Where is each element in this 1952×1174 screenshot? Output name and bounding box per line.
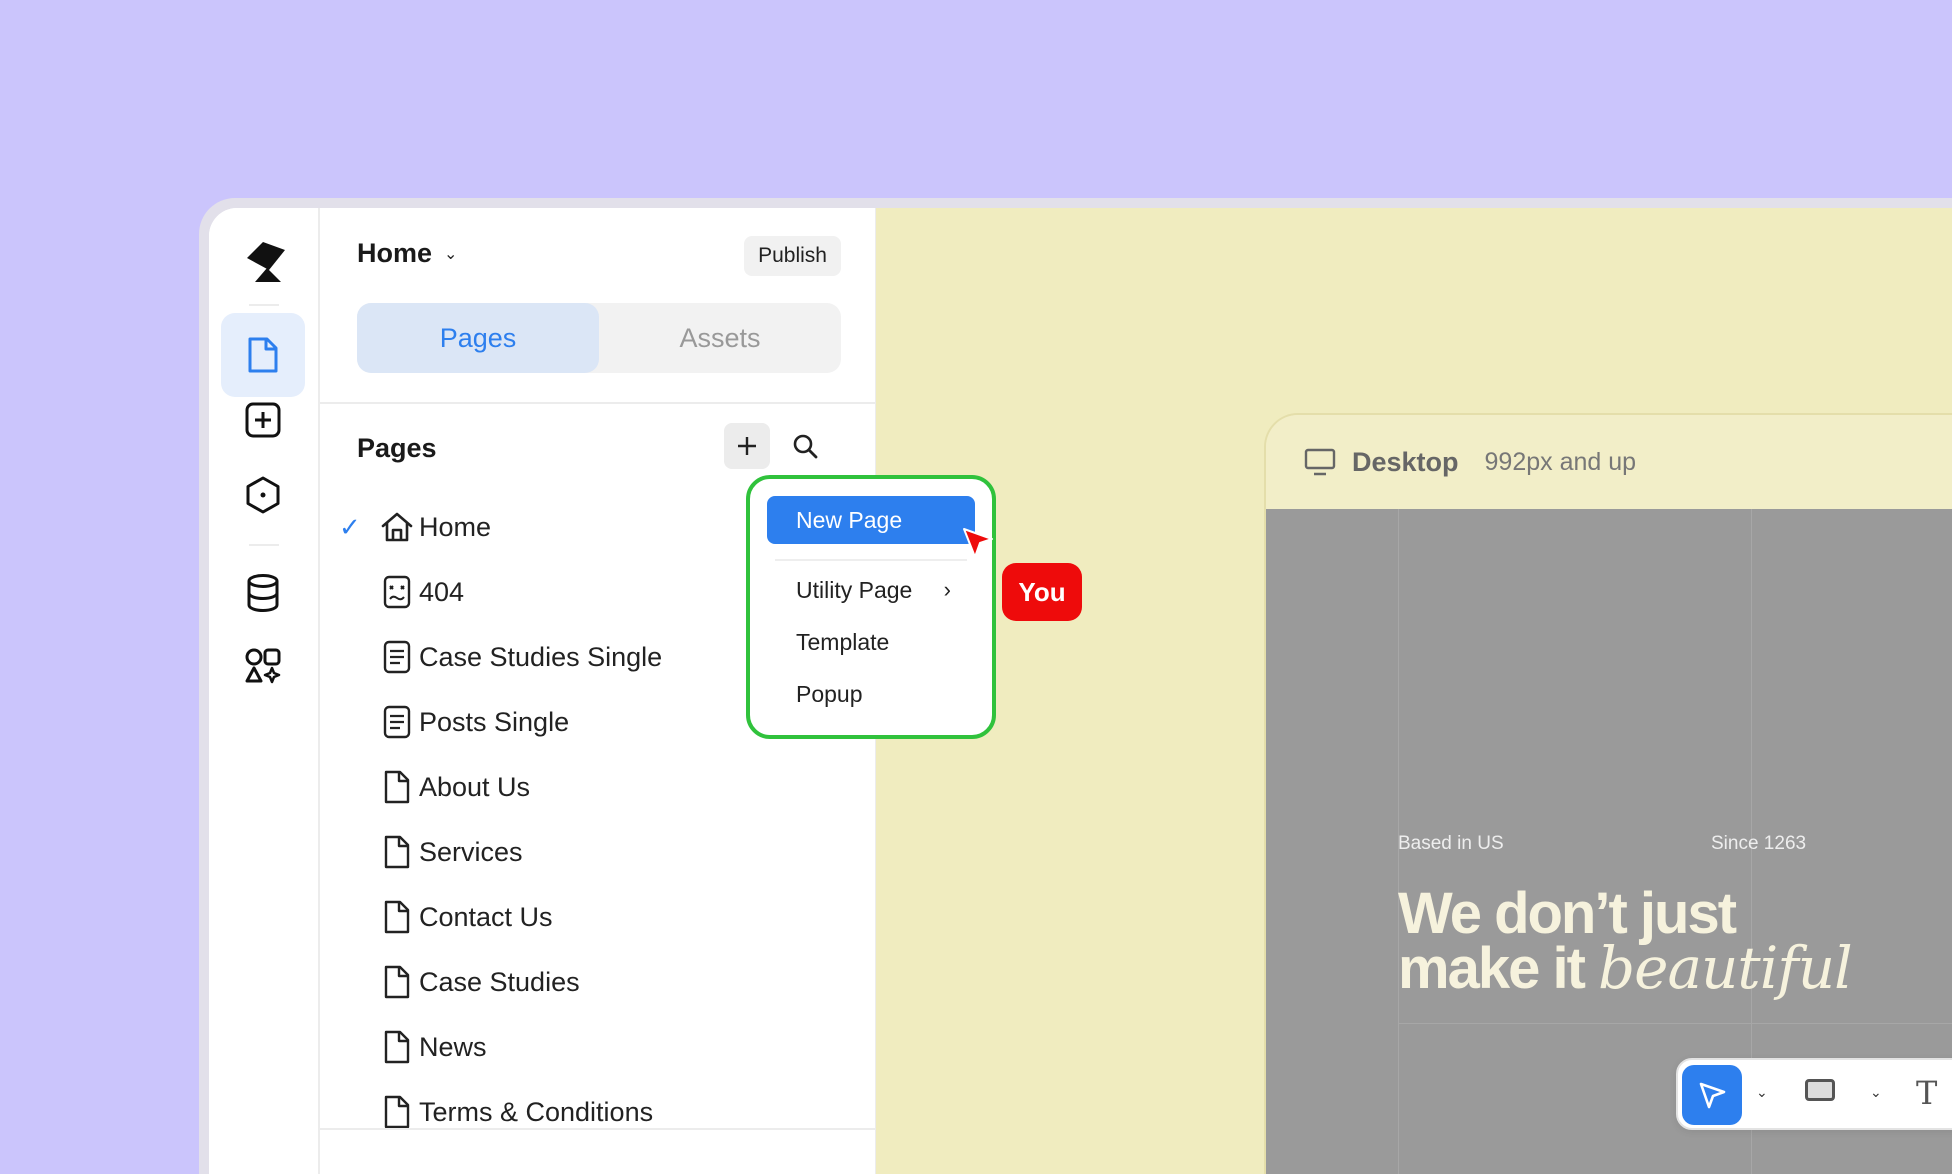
page-item-about-us[interactable]: About Us — [320, 754, 875, 819]
error-page-icon — [383, 575, 411, 609]
page-icon — [248, 337, 278, 373]
panel-tabs: Pages Assets — [357, 303, 841, 373]
page-label: News — [419, 1032, 487, 1062]
hero-caption-left: Based in US — [1398, 833, 1504, 854]
template-page-icon — [383, 705, 411, 739]
app-window: Home ⌄ Publish Pages Assets Pages ✓ Home… — [209, 208, 1952, 1174]
shapes-icon — [245, 648, 281, 684]
panel-divider — [320, 1128, 875, 1130]
insert-nav-button[interactable] — [221, 378, 305, 462]
rail-divider — [249, 304, 279, 306]
page-icon — [384, 900, 410, 934]
menu-item-label: Utility Page — [796, 576, 913, 603]
page-icon — [384, 835, 410, 869]
check-icon: ✓ — [339, 512, 361, 542]
template-page-icon — [383, 640, 411, 674]
hexagon-icon — [246, 476, 280, 514]
app-window-frame: Home ⌄ Publish Pages Assets Pages ✓ Home… — [199, 198, 1952, 1174]
page-icon — [384, 1030, 410, 1064]
menu-divider — [775, 559, 967, 561]
page-label: About Us — [419, 772, 531, 802]
page-item-terms-conditions[interactable]: Terms & Conditions — [320, 1079, 875, 1144]
frame-tool-icon[interactable] — [1805, 1079, 1835, 1101]
text-tool-icon[interactable]: T — [1916, 1074, 1937, 1112]
collaborator-badge: You — [1002, 563, 1082, 621]
page-item-news[interactable]: News — [320, 1014, 875, 1079]
page-label: Case Studies Single — [419, 642, 663, 672]
hero-heading: We don’t just make it beautiful — [1398, 881, 1853, 998]
chevron-down-icon[interactable]: ⌄ — [1870, 1084, 1882, 1101]
page-icon — [384, 770, 410, 804]
pointer-icon — [1699, 1082, 1726, 1109]
tab-pages[interactable]: Pages — [357, 303, 599, 373]
page-title: Home — [357, 238, 433, 268]
canvas-toolbar: ⌄ ⌄ T — [1676, 1058, 1952, 1130]
page-label: 404 — [419, 577, 465, 607]
apps-nav-button[interactable] — [221, 624, 305, 708]
plus-square-icon — [245, 402, 281, 438]
chevron-down-icon[interactable]: ⌄ — [1756, 1084, 1768, 1101]
monitor-icon — [1304, 448, 1336, 476]
chevron-down-icon: ⌄ — [444, 245, 458, 263]
grid-line — [1398, 1023, 1952, 1024]
menu-item-new-page[interactable]: New Page — [767, 496, 975, 544]
components-nav-button[interactable] — [221, 453, 305, 537]
design-canvas[interactable]: Desktop 992px and up Based in US Since 1… — [876, 208, 1952, 1174]
page-label: Posts Single — [419, 707, 570, 737]
icon-rail — [209, 208, 320, 1174]
hero-line-2-plain: make it — [1398, 936, 1586, 1001]
hero-line-2: make it beautiful — [1398, 939, 1853, 998]
hero-line-1: We don’t just — [1398, 881, 1737, 946]
search-pages-button[interactable] — [782, 423, 828, 469]
page-label: Contact Us — [419, 902, 553, 932]
hero-caption-right: Since 1263 — [1711, 833, 1807, 854]
page-icon — [384, 965, 410, 999]
database-icon — [247, 574, 279, 613]
breakpoint-label: Desktop — [1352, 446, 1459, 477]
page-label: Terms & Conditions — [419, 1097, 654, 1127]
menu-item-popup[interactable]: Popup — [767, 670, 975, 718]
select-tool-button[interactable] — [1682, 1065, 1742, 1125]
page-selector[interactable]: Home ⌄ — [357, 238, 457, 269]
rail-divider — [249, 544, 279, 546]
add-page-button[interactable] — [724, 423, 770, 469]
menu-item-utility-page[interactable]: Utility Page › — [767, 566, 975, 614]
plus-icon — [738, 437, 756, 455]
section-title: Pages — [357, 433, 437, 463]
page-item-contact-us[interactable]: Contact Us — [320, 884, 875, 949]
cms-nav-button[interactable] — [221, 551, 305, 635]
pages-section-header: Pages — [357, 423, 841, 473]
breakpoint-range: 992px and up — [1484, 447, 1637, 476]
home-icon — [381, 512, 413, 542]
page-item-services[interactable]: Services — [320, 819, 875, 884]
cursor-icon — [963, 528, 993, 558]
menu-item-template[interactable]: Template — [767, 618, 975, 666]
panel-header: Home ⌄ Publish Pages Assets — [320, 208, 875, 404]
page-label: Services — [419, 837, 523, 867]
publish-button[interactable]: Publish — [744, 236, 841, 276]
page-label: Case Studies — [419, 967, 580, 997]
page-item-case-studies[interactable]: Case Studies — [320, 949, 875, 1014]
chevron-right-icon: › — [943, 577, 951, 602]
app-logo-icon — [247, 242, 285, 282]
page-icon — [384, 1095, 410, 1129]
page-label: Home — [419, 512, 492, 542]
hero-line-2-italic: beautiful — [1598, 934, 1853, 1002]
breakpoint-header[interactable]: Desktop 992px and up — [1266, 415, 1952, 509]
search-icon — [793, 434, 818, 459]
tab-assets[interactable]: Assets — [599, 303, 841, 373]
